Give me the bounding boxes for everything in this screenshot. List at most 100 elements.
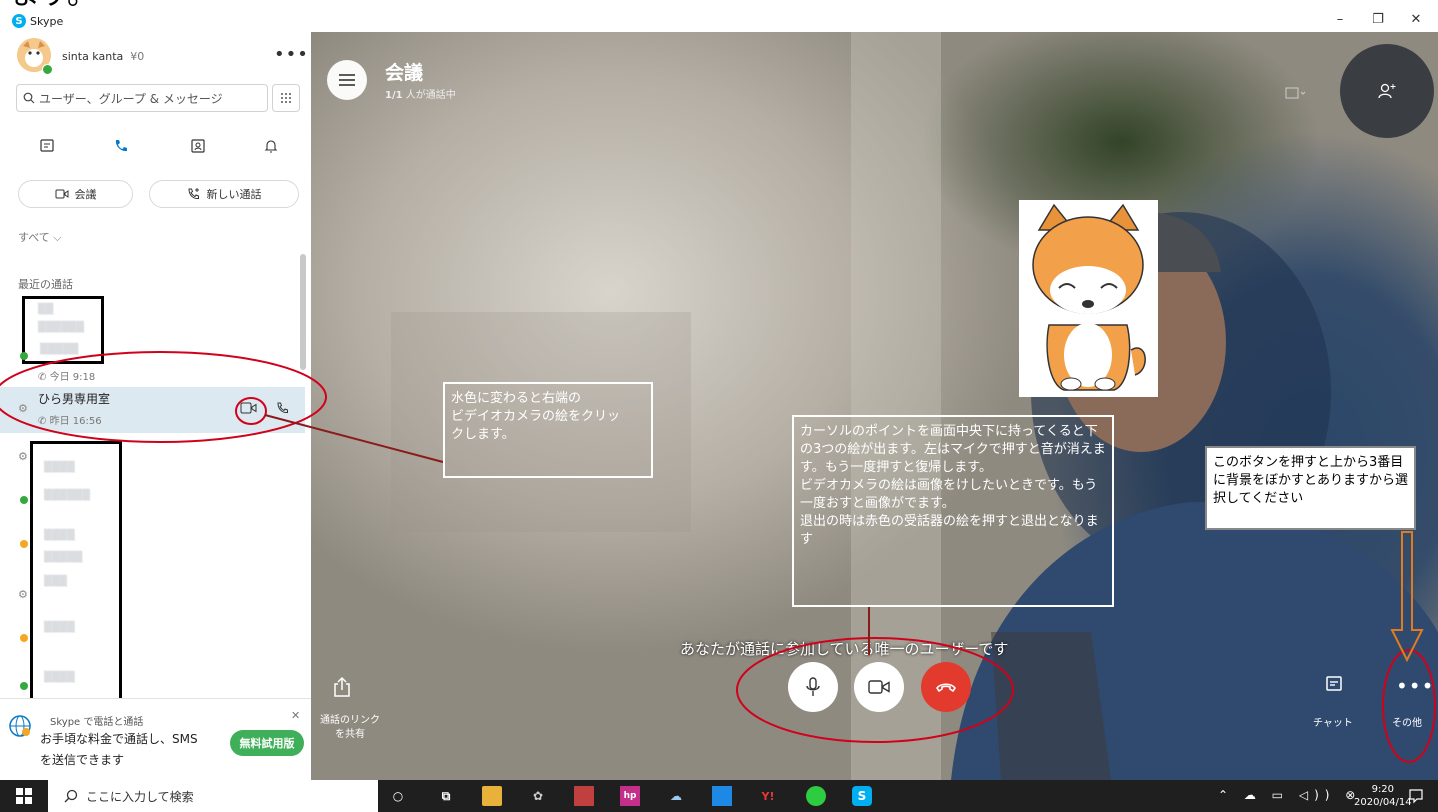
bell-icon bbox=[264, 140, 278, 153]
call-menu-button[interactable] bbox=[327, 60, 367, 100]
more-options-label: その他 bbox=[1392, 718, 1422, 729]
chat-label: チャット bbox=[1313, 718, 1353, 729]
list-item-time: ✆ 今日 9:18 bbox=[38, 368, 95, 383]
call-title: 会議 bbox=[385, 62, 424, 84]
search-input[interactable]: ユーザー、グループ & メッセージ bbox=[16, 84, 268, 112]
tab-chats[interactable] bbox=[32, 134, 62, 158]
profile-more-button[interactable]: ••• bbox=[274, 44, 309, 65]
status-dot bbox=[20, 634, 28, 642]
time-text: 昨日 16:56 bbox=[49, 416, 102, 427]
app-icon[interactable] bbox=[574, 786, 594, 806]
call-history-icon: ✆ bbox=[38, 416, 47, 427]
blurred-text: ▒▒▒▒▒▒ bbox=[38, 322, 85, 333]
search-placeholder: ユーザー、グループ & メッセージ bbox=[39, 91, 223, 106]
cortana-icon[interactable]: ○ bbox=[388, 786, 408, 806]
free-trial-button[interactable]: 無料試用版 bbox=[230, 730, 304, 756]
profile-name[interactable]: sinta kanta ¥0 bbox=[62, 50, 144, 63]
mute-button[interactable] bbox=[788, 662, 838, 712]
blurred-text: ▒▒▒▒ bbox=[44, 622, 75, 633]
share-link-button[interactable] bbox=[333, 676, 351, 702]
top-caption: ます。 bbox=[10, 0, 97, 10]
add-participant-button[interactable] bbox=[1340, 44, 1434, 138]
share-icon bbox=[334, 676, 350, 697]
phone-icon bbox=[115, 140, 127, 152]
taskbar-clock[interactable]: 9:20 2020/04/14 bbox=[1354, 783, 1412, 809]
new-call-button[interactable]: 新しい通話 bbox=[149, 180, 299, 208]
blurred-text: ▒▒▒▒ bbox=[44, 462, 75, 473]
blurred-text: ▒▒▒ bbox=[44, 576, 68, 587]
windows-logo-icon bbox=[16, 788, 32, 804]
dialpad-icon bbox=[281, 93, 291, 103]
call-history-icon: ✆ bbox=[38, 372, 47, 383]
time-text: 今日 9:18 bbox=[49, 372, 96, 383]
group-icon: ⚙ bbox=[18, 402, 28, 415]
line-icon[interactable] bbox=[806, 786, 826, 806]
taskbar-search[interactable]: ここに入力して検索 bbox=[48, 780, 378, 812]
profile-name-text: sinta kanta bbox=[62, 50, 124, 63]
credit-balance: ¥0 bbox=[130, 50, 145, 63]
hamburger-icon bbox=[339, 74, 355, 86]
filter-dropdown[interactable]: すべて ⌵ bbox=[18, 229, 62, 245]
phone-icon bbox=[277, 402, 288, 414]
file-explorer-icon[interactable] bbox=[482, 786, 502, 806]
maximize-button[interactable]: ❐ bbox=[1364, 12, 1392, 27]
dog-sticker bbox=[1019, 200, 1158, 397]
windows-start-button[interactable] bbox=[16, 788, 32, 808]
tab-calls[interactable] bbox=[106, 134, 136, 158]
layout-toggle-button[interactable] bbox=[1284, 86, 1306, 103]
contacts-icon bbox=[191, 139, 205, 153]
hang-up-icon bbox=[936, 683, 956, 693]
chat-button[interactable] bbox=[1324, 674, 1344, 698]
app-icon[interactable]: ☁ bbox=[666, 786, 686, 806]
more-options-button[interactable]: ••• bbox=[1396, 674, 1434, 698]
clock-time: 9:20 bbox=[1371, 784, 1395, 795]
app-icon[interactable]: ✿ bbox=[528, 786, 548, 806]
taskbar-search-placeholder: ここに入力して検索 bbox=[86, 789, 194, 804]
blurred-text: ▒▒▒▒ bbox=[44, 672, 75, 683]
list-item-name: ひら男専用室 bbox=[38, 392, 111, 406]
dialpad-button[interactable] bbox=[272, 84, 300, 112]
clock-date: 2020/04/14 bbox=[1354, 797, 1412, 808]
task-view-icon[interactable]: ⧉ bbox=[436, 786, 456, 806]
hang-up-button[interactable] bbox=[921, 662, 971, 712]
promo-line: を送信できます bbox=[40, 753, 125, 767]
system-tray-icons[interactable]: ⌃ ☁ ▭ ◁)) ⊗ bbox=[1218, 788, 1361, 802]
hotpepper-icon[interactable]: hp bbox=[620, 786, 640, 806]
video-toggle-button[interactable] bbox=[854, 662, 904, 712]
video-camera-icon bbox=[240, 402, 257, 414]
status-dot bbox=[20, 540, 28, 548]
yahoo-icon[interactable]: Y! bbox=[758, 786, 778, 806]
tab-notifications[interactable] bbox=[256, 134, 286, 158]
annotation-note: カーソルのポイントを画面中央下に持ってくると下の3つの絵が出ます。左はマイクで押… bbox=[792, 415, 1114, 607]
meeting-button[interactable]: 会議 bbox=[18, 180, 133, 208]
promo-close-button[interactable]: ✕ bbox=[291, 709, 300, 722]
online-status-icon bbox=[42, 64, 53, 75]
status-dot bbox=[20, 352, 28, 360]
video-call-button[interactable] bbox=[240, 400, 258, 419]
skype-taskbar-icon[interactable]: S bbox=[852, 786, 872, 806]
video-meeting-icon bbox=[55, 189, 68, 199]
blurred-text: ▒▒▒▒▒▒ bbox=[44, 490, 91, 501]
search-icon bbox=[64, 789, 78, 803]
chat-icon bbox=[1326, 676, 1342, 691]
close-button[interactable]: ✕ bbox=[1402, 12, 1430, 27]
annotation-note: このボタンを押すと上から3番目に背景をぼかすとありますから選択してください bbox=[1205, 446, 1416, 530]
audio-call-button[interactable] bbox=[276, 400, 290, 419]
microphone-icon bbox=[806, 677, 820, 696]
status-dot bbox=[20, 682, 28, 690]
search-icon bbox=[23, 92, 35, 104]
sidebar-scrollbar[interactable] bbox=[300, 254, 306, 370]
video-camera-icon bbox=[868, 680, 890, 694]
promo-title: Skype で電話と通話 bbox=[50, 717, 144, 728]
blurred-text: ▒▒▒▒▒ bbox=[40, 344, 79, 355]
participants-label: 人が通話中 bbox=[402, 90, 456, 101]
app-icon[interactable] bbox=[712, 786, 732, 806]
shiba-dog-illustration bbox=[1032, 203, 1146, 391]
minimize-button[interactable]: – bbox=[1326, 12, 1354, 27]
new-call-label: 新しい通話 bbox=[206, 188, 262, 201]
window-title-text: Skype bbox=[30, 14, 64, 28]
chat-icon bbox=[40, 139, 54, 152]
participants-status: 1/1 人が通話中 bbox=[385, 86, 456, 101]
notification-center-icon[interactable] bbox=[1408, 788, 1424, 808]
tab-contacts[interactable] bbox=[183, 134, 213, 158]
